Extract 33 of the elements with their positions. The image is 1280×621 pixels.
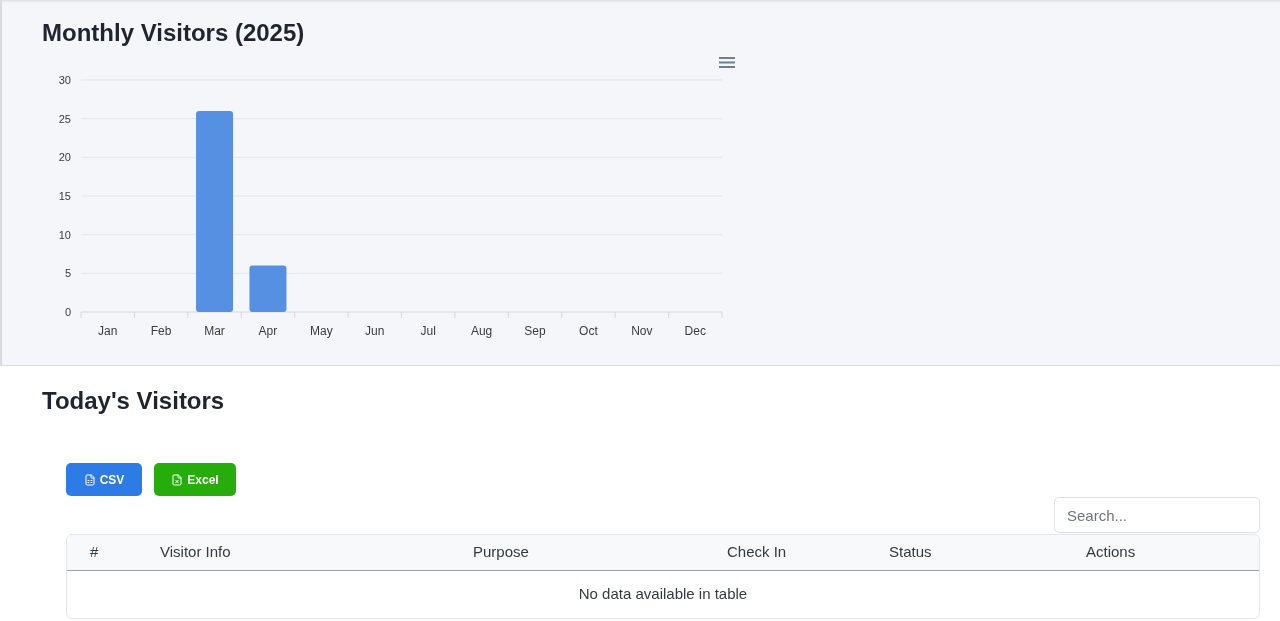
y-axis-label: 0 xyxy=(64,306,71,318)
x-axis-label: Mar xyxy=(204,324,225,338)
y-axis-label: 30 xyxy=(58,74,71,86)
column-header[interactable]: Visitor Info xyxy=(137,541,450,564)
empty-table-message: No data available in table xyxy=(577,584,749,605)
column-header[interactable]: Purpose xyxy=(450,541,704,564)
spreadsheet-file-icon xyxy=(83,473,96,486)
column-header[interactable]: # xyxy=(67,541,137,564)
x-axis-label: Jul xyxy=(420,324,436,338)
y-axis-label: 10 xyxy=(58,228,71,241)
x-axis-label: Dec xyxy=(684,324,706,338)
column-header[interactable]: Check In xyxy=(704,541,866,564)
file-x-icon xyxy=(171,473,184,486)
x-axis-label: Nov xyxy=(631,324,653,338)
menu-icon[interactable] xyxy=(718,57,736,68)
x-axis-label: Feb xyxy=(150,324,172,338)
column-header[interactable]: Status xyxy=(866,541,1063,564)
y-axis-label: 25 xyxy=(58,112,71,125)
x-axis-label: Oct xyxy=(579,324,598,338)
x-axis-label: Aug xyxy=(470,324,493,338)
x-axis-label: Jun xyxy=(365,324,385,338)
x-axis-label: May xyxy=(310,324,333,338)
export-button[interactable]: CSV xyxy=(66,463,142,496)
column-header[interactable]: Actions xyxy=(1063,541,1259,564)
y-axis-label: 20 xyxy=(58,151,71,164)
y-axis-label: 5 xyxy=(64,267,71,280)
search-field[interactable]: Search... xyxy=(1054,497,1260,533)
section-title: Today's Visitors xyxy=(42,386,225,416)
y-axis-label: 15 xyxy=(58,190,71,202)
x-axis-label: Apr xyxy=(258,324,278,338)
x-axis-label: Jan xyxy=(98,324,118,338)
x-axis-label: Sep xyxy=(524,324,546,338)
chart-title: Monthly Visitors (2025) xyxy=(42,18,305,48)
